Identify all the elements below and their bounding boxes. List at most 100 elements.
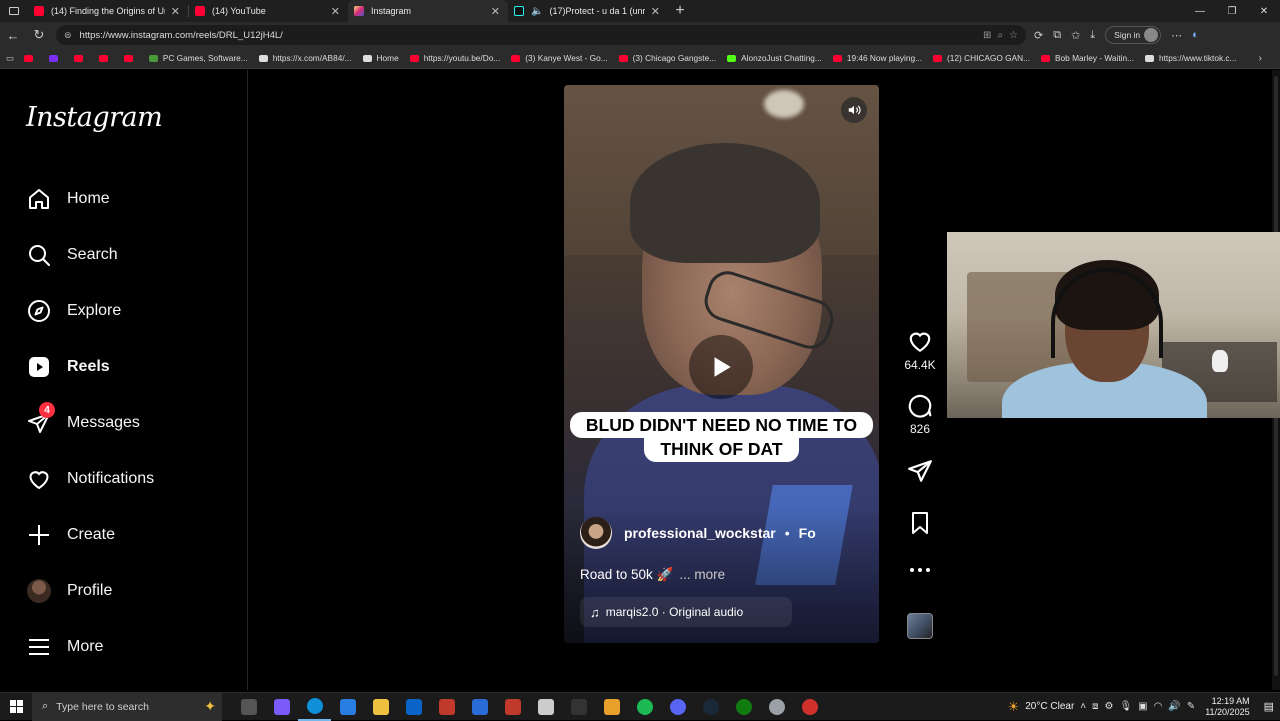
nav-explore[interactable]: Explore — [26, 296, 121, 326]
refresh-icon[interactable]: ↻ — [26, 27, 52, 43]
bookmark-item[interactable]: https://www.tiktok.c... — [1145, 53, 1236, 63]
copilot-icon[interactable]: ◐ — [1192, 29, 1199, 41]
notifications-icon[interactable]: ▤ — [1264, 700, 1274, 713]
nav-messages[interactable]: 4 Messages — [26, 402, 140, 438]
pen-icon[interactable]: ✎ — [1187, 701, 1195, 712]
tab-instagram[interactable]: Instagram ✕ — [348, 0, 508, 22]
downloads-icon[interactable]: ⤓ — [1090, 29, 1095, 42]
taskbar-app-steam[interactable] — [694, 693, 727, 721]
bookmark-item[interactable]: AlonzoJust Chatting... — [727, 53, 822, 63]
taskbar-app-app-dark[interactable] — [562, 693, 595, 721]
taskbar-app-task-view[interactable] — [232, 693, 265, 721]
taskbar-app-winamp[interactable] — [595, 693, 628, 721]
taskbar-app-outlook[interactable] — [397, 693, 430, 721]
favorite-star-icon[interactable]: ☆ — [1009, 30, 1018, 41]
author-avatar[interactable] — [580, 517, 612, 549]
instagram-logo[interactable]: Instagram — [26, 102, 163, 133]
restore-icon[interactable]: ❐ — [1216, 6, 1248, 17]
audio-thumbnail-button[interactable] — [900, 613, 940, 639]
app-available-icon[interactable]: ⊞ — [983, 30, 991, 41]
bookmark-item[interactable]: https://youtu.be/Do... — [409, 53, 500, 63]
bookmark-item[interactable]: https://x.com/AB84/... — [258, 53, 352, 63]
microphone-icon[interactable]: 🎙 — [1119, 701, 1132, 712]
taskbar-app-store[interactable] — [331, 693, 364, 721]
close-icon[interactable]: ✕ — [651, 5, 660, 18]
start-button[interactable] — [0, 693, 32, 721]
close-icon[interactable]: ✕ — [491, 5, 500, 18]
nav-profile[interactable]: Profile — [26, 576, 112, 606]
taskbar-app-app-mega[interactable] — [496, 693, 529, 721]
taskbar-app-discord[interactable] — [661, 693, 694, 721]
close-icon[interactable]: ✕ — [331, 5, 340, 18]
follow-button[interactable]: Fo — [799, 525, 816, 541]
extensions-icon[interactable]: ⟳ — [1034, 29, 1043, 42]
taskbar-app-app-record[interactable] — [793, 693, 826, 721]
taskbar-app-app-face[interactable] — [529, 693, 562, 721]
tab-youtube-origins[interactable]: (14) Finding the Origins of Unusu ✕ — [28, 0, 188, 22]
tray-app-icon[interactable]: ▣ — [1138, 701, 1147, 712]
new-tab-button[interactable]: + — [668, 2, 692, 20]
bookmark-item[interactable]: (3) Kanye West - Go... — [511, 53, 608, 63]
speaker-icon[interactable]: 🔈 — [531, 6, 543, 17]
audio-link[interactable]: ♫ marqis2.0 · Original audio — [580, 597, 792, 627]
nav-notifications[interactable]: Notifications — [26, 464, 154, 494]
nav-search[interactable]: Search — [26, 240, 118, 270]
site-info-icon[interactable]: ⊜ — [64, 30, 72, 41]
nav-home[interactable]: Home — [26, 184, 110, 214]
close-icon[interactable]: ✕ — [171, 5, 180, 18]
taskbar-app-edge[interactable] — [298, 693, 331, 721]
play-icon[interactable] — [689, 335, 753, 399]
sign-in-button[interactable]: Sign in — [1105, 26, 1162, 44]
tab-tiktok[interactable]: 🔈 (17)Protect - u da 1 (unrelea ✕ — [508, 0, 668, 22]
tray-overflow-icon[interactable]: ˄ — [1080, 701, 1086, 712]
author-username[interactable]: professional_wockstar — [624, 525, 776, 541]
nav-create[interactable]: Create — [26, 520, 115, 550]
clock[interactable]: 12:19 AM 11/20/2025 — [1205, 696, 1249, 718]
taskbar-app-xbox[interactable] — [727, 693, 760, 721]
back-icon[interactable]: ← — [0, 28, 26, 43]
bookmark-item[interactable]: (3) Chicago Gangste... — [618, 53, 716, 63]
settings-more-icon[interactable]: ⋯ — [1171, 29, 1182, 42]
close-window-icon[interactable]: ✕ — [1248, 6, 1280, 17]
comment-button[interactable]: 826 — [900, 392, 940, 436]
tray-network-activity-icon[interactable]: ⚙ — [1105, 701, 1114, 712]
share-button[interactable] — [900, 458, 940, 484]
bookmark-item[interactable] — [73, 54, 88, 62]
bookmark-item[interactable] — [23, 54, 38, 62]
url-input[interactable]: ⊜ https://www.instagram.com/reels/DRL_U1… — [56, 25, 1026, 45]
bookmark-item[interactable]: (12) CHICAGO GAN... — [933, 53, 1030, 63]
taskbar-app-app-grey[interactable] — [760, 693, 793, 721]
bookmark-item[interactable] — [123, 54, 138, 62]
bookmark-item[interactable]: Home — [362, 53, 399, 63]
bookmark-item[interactable]: Bob Marley - Waitin... — [1041, 53, 1134, 63]
tab-actions-icon[interactable] — [0, 0, 28, 22]
split-screen-icon[interactable]: ⧉ — [1053, 29, 1061, 42]
volume-icon[interactable] — [841, 97, 867, 123]
more-options-button[interactable] — [900, 566, 940, 574]
bookmark-item[interactable] — [48, 54, 63, 62]
save-button[interactable] — [900, 511, 940, 535]
minimize-icon[interactable]: — — [1184, 6, 1216, 17]
reel-video[interactable]: BLUD DIDN'T NEED NO TIME TO THINK OF DAT… — [564, 85, 879, 643]
more-link[interactable]: ... more — [679, 567, 725, 582]
taskbar-app-explorer[interactable] — [364, 693, 397, 721]
tab-youtube[interactable]: (14) YouTube ✕ — [189, 0, 348, 22]
bookmark-item[interactable]: PC Games, Software... — [148, 53, 248, 63]
bookmark-folder-icon[interactable]: ▭ — [6, 53, 14, 63]
bookmarks-overflow-icon[interactable]: › — [1259, 53, 1262, 64]
taskbar-search[interactable]: ⌕ Type here to search ✦ — [32, 692, 222, 721]
nav-reels[interactable]: Reels — [26, 352, 110, 382]
bookmark-item[interactable] — [98, 54, 113, 62]
favorites-icon[interactable]: ✩ — [1071, 29, 1080, 42]
zoom-icon[interactable]: ⌕ — [997, 30, 1003, 41]
bookmark-item[interactable]: 19:46 Now playing... — [832, 53, 922, 63]
weather-text[interactable]: 20°C Clear — [1025, 701, 1074, 712]
like-button[interactable]: 64.4K — [900, 328, 940, 372]
taskbar-app-app-blue[interactable] — [463, 693, 496, 721]
nav-more[interactable]: More — [26, 632, 103, 662]
taskbar-app-copilot[interactable] — [265, 693, 298, 721]
tray-app-icon[interactable]: ⧈ — [1092, 701, 1098, 712]
wifi-icon[interactable]: ◠ — [1154, 701, 1163, 712]
taskbar-app-app-red[interactable] — [430, 693, 463, 721]
volume-icon[interactable]: 🔊 — [1168, 701, 1180, 712]
